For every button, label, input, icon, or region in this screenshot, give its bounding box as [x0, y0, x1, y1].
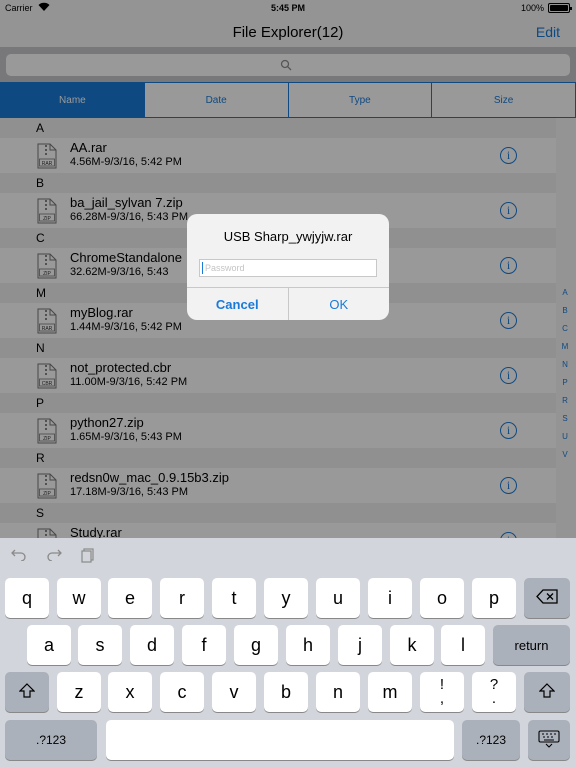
dismiss-keyboard-key[interactable] [528, 720, 570, 760]
key-o[interactable]: o [420, 578, 464, 618]
key-f[interactable]: f [182, 625, 226, 665]
password-field[interactable]: Password [199, 259, 377, 277]
password-alert: USB Sharp_ywjyjw.rar Password Cancel OK [187, 214, 389, 320]
key-y[interactable]: y [264, 578, 308, 618]
key-e[interactable]: e [108, 578, 152, 618]
keyboard-dismiss-icon [538, 729, 560, 751]
space-key[interactable] [106, 720, 454, 760]
key-c[interactable]: c [160, 672, 204, 712]
key-question-period[interactable]: ? . [472, 672, 516, 712]
shift-key-right[interactable] [524, 672, 570, 712]
redo-icon[interactable] [45, 547, 63, 563]
key-q[interactable]: q [5, 578, 49, 618]
key-t[interactable]: t [212, 578, 256, 618]
key-r[interactable]: r [160, 578, 204, 618]
password-placeholder: Password [205, 263, 245, 273]
key-m[interactable]: m [368, 672, 412, 712]
key-k[interactable]: k [390, 625, 434, 665]
key-j[interactable]: j [338, 625, 382, 665]
delete-key[interactable] [524, 578, 570, 618]
key-comma-label: , [439, 690, 445, 707]
shift-icon [18, 683, 36, 701]
numbers-key-left[interactable]: .?123 [5, 720, 97, 760]
key-v[interactable]: v [212, 672, 256, 712]
key-period-label: . [491, 690, 497, 707]
numbers-key-right[interactable]: .?123 [462, 720, 520, 760]
keyboard-toolbar [0, 538, 576, 572]
key-a[interactable]: a [27, 625, 71, 665]
key-l[interactable]: l [441, 625, 485, 665]
key-n[interactable]: n [316, 672, 360, 712]
backspace-icon [536, 589, 558, 607]
paste-icon[interactable] [79, 547, 97, 563]
ok-button[interactable]: OK [289, 288, 390, 320]
undo-icon[interactable] [10, 547, 28, 563]
return-key[interactable]: return [493, 625, 570, 665]
key-z[interactable]: z [57, 672, 101, 712]
alert-title: USB Sharp_ywjyjw.rar [223, 229, 353, 244]
shift-icon [538, 683, 556, 701]
alert-buttons: Cancel OK [187, 287, 389, 320]
key-s[interactable]: s [78, 625, 122, 665]
key-h[interactable]: h [286, 625, 330, 665]
key-w[interactable]: w [57, 578, 101, 618]
text-caret [202, 262, 203, 274]
key-g[interactable]: g [234, 625, 278, 665]
key-exclaim-comma[interactable]: ! , [420, 672, 464, 712]
key-i[interactable]: i [368, 578, 412, 618]
keyboard: q w e r t y u i o p a s d f g h j k l re… [0, 538, 576, 768]
cancel-button[interactable]: Cancel [187, 288, 289, 320]
key-d[interactable]: d [130, 625, 174, 665]
key-x[interactable]: x [108, 672, 152, 712]
key-p[interactable]: p [472, 578, 516, 618]
shift-key-left[interactable] [5, 672, 49, 712]
key-b[interactable]: b [264, 672, 308, 712]
key-u[interactable]: u [316, 578, 360, 618]
